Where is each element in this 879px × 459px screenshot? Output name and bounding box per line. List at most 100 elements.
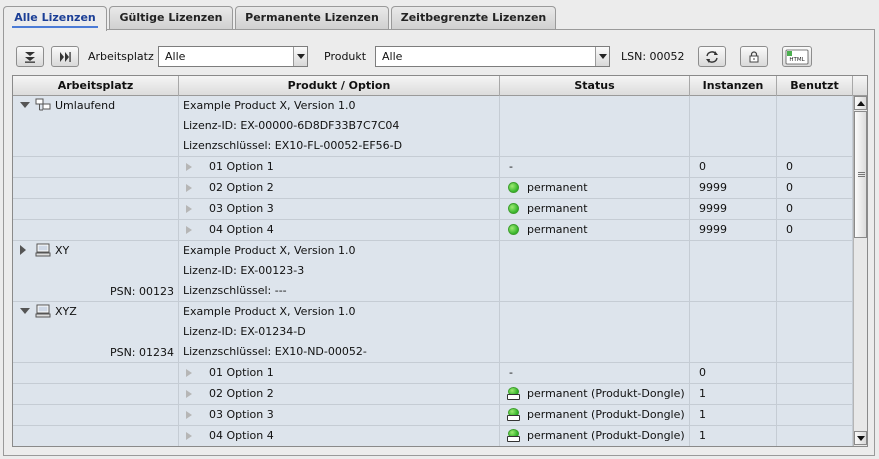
table-row[interactable]: 03 Option 3 permanent (Produkt-Dongle) 1: [13, 405, 853, 426]
table-cell: [690, 96, 777, 156]
column-header-arbeitsplatz[interactable]: Arbeitsplatz: [13, 76, 179, 96]
table-row[interactable]: 01 Option 1 - 0: [13, 363, 853, 384]
refresh-button[interactable]: [698, 46, 726, 67]
expanded-triangle-icon[interactable]: [20, 102, 30, 108]
used-value: 0: [786, 181, 793, 194]
product-name: Example Product X, Version 1.0: [183, 99, 356, 112]
table-cell: [500, 302, 690, 362]
table-row[interactable]: 02 Option 2 permanent (Produkt-Dongle) 1: [13, 384, 853, 405]
license-key: Lizenzschlüssel: EX10-ND-00052-: [183, 345, 367, 358]
tab-gueltige-lizenzen[interactable]: Gültige Lizenzen: [109, 6, 233, 30]
table-cell: [13, 384, 179, 404]
table-cell: [500, 96, 690, 156]
license-table: Arbeitsplatz Produkt / Option Status Ins…: [12, 75, 868, 447]
workstation-filter-select[interactable]: Alle: [158, 46, 308, 67]
table-cell: [500, 241, 690, 301]
computer-icon: [35, 304, 51, 318]
table-row[interactable]: 03 Option 3 permanent 9999 0: [13, 199, 853, 220]
table-cell: 03 Option 3: [179, 405, 500, 425]
scroll-down-button[interactable]: [854, 431, 867, 445]
license-key: Lizenzschlüssel: ---: [183, 284, 287, 297]
instances-value: 9999: [699, 223, 727, 236]
status-green-icon: [508, 224, 519, 235]
option-expand-icon[interactable]: [186, 390, 192, 398]
option-expand-icon[interactable]: [186, 369, 192, 377]
table-cell: [777, 96, 853, 156]
tab-alle-lizenzen[interactable]: Alle Lizenzen: [3, 6, 107, 31]
tab-zeitbegrenzte-lizenzen[interactable]: Zeitbegrenzte Lizenzen: [391, 6, 556, 30]
tab-permanente-lizenzen[interactable]: Permanente Lizenzen: [235, 6, 389, 30]
option-expand-icon[interactable]: [186, 411, 192, 419]
collapse-all-button[interactable]: [16, 46, 44, 67]
lock-button[interactable]: [740, 46, 768, 67]
table-cell: -: [500, 157, 690, 177]
scroll-up-button[interactable]: [854, 96, 867, 110]
table-body: Umlaufend Example Product X, Version 1.0 L…: [13, 96, 853, 446]
collapse-all-icon: [25, 51, 35, 63]
collapsed-triangle-icon[interactable]: [20, 245, 26, 255]
table-row[interactable]: 01 Option 1 - 0 0: [13, 157, 853, 178]
table-cell: [13, 199, 179, 219]
chevron-down-icon[interactable]: [595, 47, 609, 66]
instances-value: 1: [699, 387, 706, 400]
option-expand-icon[interactable]: [186, 184, 192, 192]
table-cell: 1: [690, 405, 777, 425]
instances-value: 0: [699, 366, 706, 379]
dongle-status-icon: [507, 429, 520, 443]
column-header-status[interactable]: Status: [500, 76, 690, 96]
option-expand-icon[interactable]: [186, 432, 192, 440]
instances-value: 9999: [699, 202, 727, 215]
table-row[interactable]: 04 Option 4 permanent 9999 0: [13, 220, 853, 241]
table-row-group[interactable]: XYZ PSN: 01234 Example Product X, Version …: [13, 302, 853, 363]
dongle-status-icon: [507, 408, 520, 422]
table-cell: XYZ PSN: 01234: [13, 302, 179, 362]
arrow-down-icon: [856, 435, 865, 441]
workstation-name: XYZ: [55, 305, 77, 318]
table-cell: permanent (Produkt-Dongle): [500, 405, 690, 425]
column-header-produkt-option[interactable]: Produkt / Option: [179, 76, 500, 96]
option-name: 04 Option 4: [209, 223, 274, 236]
vertical-scrollbar[interactable]: [853, 96, 867, 446]
used-value: 0: [786, 202, 793, 215]
table-row-group[interactable]: Umlaufend Example Product X, Version 1.0 L…: [13, 96, 853, 157]
table-cell: 01 Option 1: [179, 157, 500, 177]
table-row[interactable]: 02 Option 2 permanent 9999 0: [13, 178, 853, 199]
option-expand-icon[interactable]: [186, 226, 192, 234]
table-cell: permanent (Produkt-Dongle): [500, 384, 690, 404]
status-green-icon: [508, 203, 519, 214]
table-cell: 02 Option 2: [179, 384, 500, 404]
dongle-status-icon: [507, 387, 520, 401]
option-name: 04 Option 4: [209, 429, 274, 442]
table-cell: 0: [777, 157, 853, 177]
table-header: Arbeitsplatz Produkt / Option Status Ins…: [13, 76, 867, 96]
product-filter-select[interactable]: Alle: [375, 46, 610, 67]
option-expand-icon[interactable]: [186, 163, 192, 171]
expand-all-button[interactable]: [51, 46, 79, 67]
expand-all-icon: [60, 51, 71, 62]
chevron-down-icon[interactable]: [293, 47, 307, 66]
license-key: Lizenzschlüssel: EX10-FL-00052-EF56-D: [183, 139, 403, 152]
column-header-benutzt[interactable]: Benutzt: [777, 76, 853, 96]
status-text: permanent (Produkt-Dongle): [527, 387, 685, 400]
scrollbar-thumb[interactable]: [854, 111, 867, 238]
table-cell: 0: [777, 220, 853, 240]
export-html-button[interactable]: HTML: [782, 46, 812, 67]
table-cell: 0: [690, 363, 777, 383]
table-cell: [13, 220, 179, 240]
table-row-group[interactable]: XY PSN: 00123 Example Product X, Version 1…: [13, 241, 853, 302]
expanded-triangle-icon[interactable]: [20, 308, 30, 314]
status-text: permanent (Produkt-Dongle): [527, 429, 685, 442]
column-header-instanzen[interactable]: Instanzen: [690, 76, 777, 96]
option-name: 03 Option 3: [209, 202, 274, 215]
product-filter-label: Produkt: [324, 50, 367, 63]
table-cell: 02 Option 2: [179, 178, 500, 198]
tab-panel: Arbeitsplatz Alle Produkt Alle LSN: 0005…: [3, 29, 875, 456]
status-text: -: [509, 160, 513, 173]
product-name: Example Product X, Version 1.0: [183, 305, 356, 318]
table-cell: Example Product X, Version 1.0 Lizenz-ID:…: [179, 241, 500, 301]
instances-value: 9999: [699, 181, 727, 194]
table-row[interactable]: 04 Option 4 permanent (Produkt-Dongle) 1: [13, 426, 853, 446]
option-expand-icon[interactable]: [186, 205, 192, 213]
used-value: 0: [786, 160, 793, 173]
table-cell: 9999: [690, 199, 777, 219]
